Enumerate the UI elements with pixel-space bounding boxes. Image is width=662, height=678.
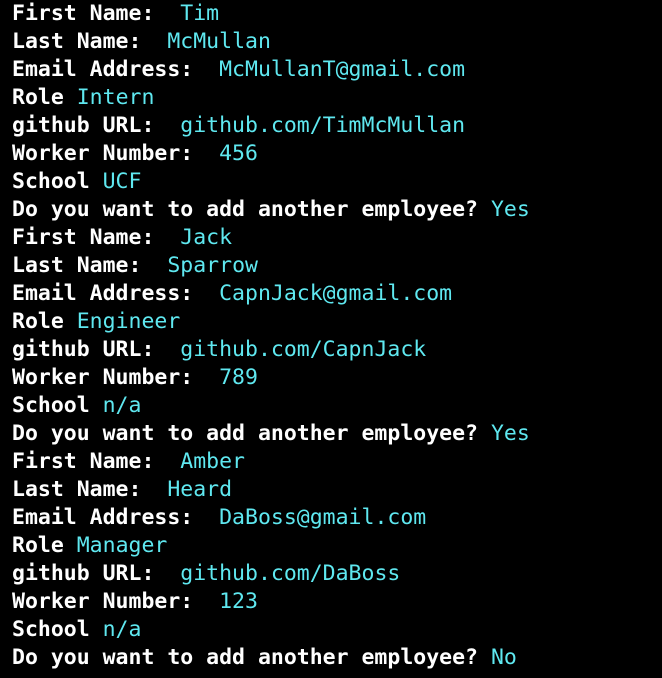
prompt-label: Role [12,309,77,334]
answer-value: McMullan [167,29,271,54]
prompt-label: First Name: [12,225,181,250]
terminal-line-github: github URL: github.com/CapnJack [12,336,660,364]
terminal-line-add-another: Do you want to add another employee? Yes [12,420,660,448]
answer-value: n/a [102,617,142,642]
answer-value: Manager [76,533,168,558]
prompt-label: Email Address: [12,281,220,306]
prompt-label: School [12,169,103,194]
prompt-label: First Name: [12,449,181,474]
terminal-line-first-name: First Name: Jack [12,224,660,252]
terminal-line-school: School n/a [12,392,660,420]
terminal-line-email: Email Address: McMullanT@gmail.com [12,56,660,84]
answer-value: Amber [180,449,246,474]
answer-value: McMullanT@gmail.com [219,57,466,82]
terminal-output: First Name: Tim Last Name: McMullan Emai… [12,0,660,672]
terminal-line-school: School UCF [12,168,660,196]
answer-value: github.com/TimMcMullan [180,113,466,138]
answer-value: github.com/CapnJack [180,337,427,362]
answer-value: Intern [76,85,155,110]
terminal-line-email: Email Address: DaBoss@gmail.com [12,504,660,532]
prompt-label: github URL: [12,113,181,138]
answer-value: Yes [490,197,530,222]
prompt-label: github URL: [12,337,181,362]
answer-value: No [490,645,517,670]
terminal-line-email: Email Address: CapnJack@gmail.com [12,280,660,308]
answer-value: 456 [219,141,258,166]
answer-value: UCF [102,169,142,194]
prompt-label: Role [12,533,77,558]
prompt-label: Do you want to add another employee? [12,197,491,222]
answer-value: n/a [102,393,142,418]
prompt-label: School [12,393,103,418]
answer-value: github.com/DaBoss [180,561,401,586]
answer-value: DaBoss@gmail.com [219,505,427,530]
prompt-label: Do you want to add another employee? [12,645,491,670]
prompt-label: Worker Number: [12,589,220,614]
prompt-label: Do you want to add another employee? [12,421,491,446]
prompt-label: First Name: [12,1,181,26]
answer-value: 789 [219,365,258,390]
prompt-label: Worker Number: [12,141,220,166]
answer-value: CapnJack@gmail.com [219,281,453,306]
terminal-line-worker-number: Worker Number: 456 [12,140,660,168]
prompt-label: Email Address: [12,57,220,82]
answer-value: Engineer [76,309,181,334]
answer-value: Yes [490,421,530,446]
terminal-line-role: Role Manager [12,532,660,560]
terminal-line-role: Role Intern [12,84,660,112]
prompt-label: Role [12,85,77,110]
prompt-label: github URL: [12,561,181,586]
answer-value: Sparrow [167,253,258,278]
prompt-label: Last Name: [12,29,168,54]
prompt-label: Last Name: [12,253,168,278]
answer-value: 123 [219,589,258,614]
terminal-line-github: github URL: github.com/DaBoss [12,560,660,588]
terminal-line-first-name: First Name: Tim [12,0,660,28]
prompt-label: School [12,617,103,642]
terminal-line-worker-number: Worker Number: 123 [12,588,660,616]
terminal-line-last-name: Last Name: Heard [12,476,660,504]
terminal-line-last-name: Last Name: Sparrow [12,252,660,280]
prompt-label: Worker Number: [12,365,220,390]
answer-value: Jack [180,225,233,250]
terminal-line-worker-number: Worker Number: 789 [12,364,660,392]
terminal-line-role: Role Engineer [12,308,660,336]
terminal-line-first-name: First Name: Amber [12,448,660,476]
prompt-label: Email Address: [12,505,220,530]
terminal-line-add-another: Do you want to add another employee? Yes [12,196,660,224]
terminal-line-add-another: Do you want to add another employee? No [12,644,660,672]
answer-value: Heard [167,477,233,502]
terminal-line-school: School n/a [12,616,660,644]
prompt-label: Last Name: [12,477,168,502]
terminal-line-last-name: Last Name: McMullan [12,28,660,56]
terminal-line-github: github URL: github.com/TimMcMullan [12,112,660,140]
answer-value: Tim [180,1,220,26]
